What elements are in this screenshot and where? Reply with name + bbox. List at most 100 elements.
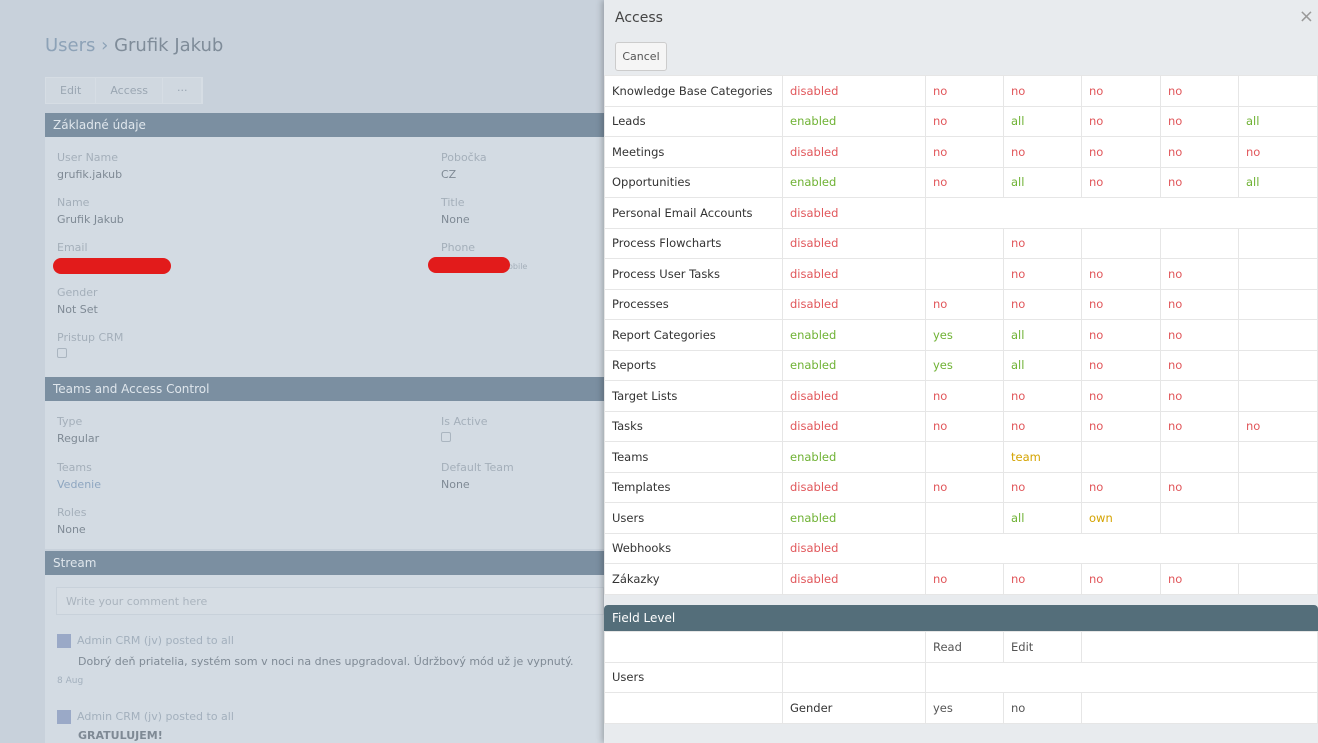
empty-cell bbox=[925, 197, 1318, 229]
access-level: no bbox=[1238, 410, 1318, 442]
access-level: no bbox=[1081, 410, 1161, 442]
empty-cell bbox=[1238, 380, 1318, 412]
empty-cell bbox=[1238, 75, 1318, 107]
empty-cell bbox=[1238, 349, 1318, 381]
empty-cell bbox=[1238, 563, 1318, 595]
access-level: team bbox=[1003, 441, 1082, 473]
redaction-mark bbox=[53, 258, 171, 274]
pristup-checkbox bbox=[57, 348, 67, 358]
empty-cell bbox=[1238, 441, 1318, 473]
breadcrumb: Users › Grufik Jakub bbox=[45, 35, 223, 56]
stream-post: Admin CRM (jv) posted to all GRATULUJEM! bbox=[57, 710, 234, 742]
empty-cell bbox=[1238, 471, 1318, 503]
post-author[interactable]: Admin CRM (jv) posted to all bbox=[77, 710, 234, 723]
access-status: disabled bbox=[782, 75, 926, 107]
team-link[interactable]: Vedenie bbox=[57, 478, 101, 491]
table-row: Leads enabled no all no no all bbox=[604, 105, 1318, 137]
access-level: no bbox=[1160, 471, 1239, 503]
scope-name: Webhooks bbox=[604, 532, 783, 564]
background-page: Users › Grufik Jakub Edit Access ··· Zák… bbox=[0, 0, 605, 743]
field-name: Gender bbox=[782, 692, 926, 724]
access-level: all bbox=[1003, 166, 1082, 198]
access-level: all bbox=[1238, 166, 1318, 198]
stream-post: Admin CRM (jv) posted to all Dobrý deň p… bbox=[57, 634, 574, 686]
table-header-row: Read Edit bbox=[604, 631, 1318, 663]
table-row: Target Lists disabled no no no no bbox=[604, 380, 1318, 412]
access-level: no bbox=[1160, 319, 1239, 351]
post-author[interactable]: Admin CRM (jv) posted to all bbox=[77, 634, 234, 647]
field-level-table: Read Edit Users Gender yes no bbox=[604, 631, 1318, 724]
access-status: disabled bbox=[782, 197, 926, 229]
access-level: no bbox=[1160, 258, 1239, 290]
access-status: disabled bbox=[782, 258, 926, 290]
empty-cell bbox=[1081, 441, 1161, 473]
access-level: no bbox=[1081, 319, 1161, 351]
table-row: Users enabled all own bbox=[604, 502, 1318, 534]
panel-header: Základné údaje bbox=[45, 113, 605, 137]
access-level: no bbox=[1003, 258, 1082, 290]
scope-name: Processes bbox=[604, 288, 783, 320]
access-level: no bbox=[1081, 75, 1161, 107]
empty-cell bbox=[1160, 441, 1239, 473]
type-field: Type Regular bbox=[57, 415, 100, 445]
access-level: no bbox=[1081, 380, 1161, 412]
post-text: GRATULUJEM! bbox=[78, 729, 163, 742]
table-row: Templates disabled no no no no bbox=[604, 471, 1318, 503]
action-buttons: Edit Access ··· bbox=[45, 77, 204, 104]
table-row: Knowledge Base Categories disabled no no no n… bbox=[604, 75, 1318, 107]
is-active-field: Is Active bbox=[441, 415, 488, 445]
access-level: no bbox=[1081, 288, 1161, 320]
more-button[interactable]: ··· bbox=[162, 78, 203, 103]
access-level: no bbox=[925, 166, 1004, 198]
access-level: no bbox=[1160, 166, 1239, 198]
panel-header: Stream bbox=[45, 551, 605, 575]
cancel-button[interactable]: Cancel bbox=[615, 42, 667, 71]
empty-cell bbox=[925, 441, 1004, 473]
access-level: no bbox=[1081, 136, 1161, 168]
scope-name: Templates bbox=[604, 471, 783, 503]
scope-name: Process Flowcharts bbox=[604, 227, 783, 259]
access-status: disabled bbox=[782, 136, 926, 168]
access-status: disabled bbox=[782, 380, 926, 412]
access-level: no bbox=[1160, 136, 1239, 168]
empty-cell bbox=[1238, 227, 1318, 259]
breadcrumb-users-link[interactable]: Users bbox=[45, 35, 95, 56]
table-row: Opportunities enabled no all no no all bbox=[604, 166, 1318, 198]
scope-name: Knowledge Base Categories bbox=[604, 75, 783, 107]
access-level: no bbox=[1003, 75, 1082, 107]
edit-button[interactable]: Edit bbox=[46, 78, 97, 103]
access-level: no bbox=[1160, 563, 1239, 595]
table-row: Process User Tasks disabled no no no bbox=[604, 258, 1318, 290]
scope-name: Users bbox=[604, 502, 783, 534]
scope-name: Process User Tasks bbox=[604, 258, 783, 290]
access-level: yes bbox=[925, 349, 1004, 381]
access-level: no bbox=[925, 563, 1004, 595]
teams-panel: Teams and Access Control bbox=[45, 377, 605, 549]
table-row: Processes disabled no no no no bbox=[604, 288, 1318, 320]
comment-input[interactable]: Write your comment here bbox=[56, 587, 604, 615]
scope-name: Tasks bbox=[604, 410, 783, 442]
empty-cell bbox=[925, 502, 1004, 534]
access-status: enabled bbox=[782, 166, 926, 198]
table-row: Tasks disabled no no no no no bbox=[604, 410, 1318, 442]
access-button[interactable]: Access bbox=[96, 78, 163, 103]
table-row: Report Categories enabled yes all no no bbox=[604, 319, 1318, 351]
post-date: 8 Aug bbox=[57, 676, 84, 686]
close-icon[interactable]: × bbox=[1299, 6, 1314, 27]
access-modal: Access × Cancel Knowledge Base Categorie… bbox=[604, 0, 1318, 743]
access-level: no bbox=[1160, 410, 1239, 442]
scope-name: Teams bbox=[604, 441, 783, 473]
access-level: all bbox=[1003, 349, 1082, 381]
read-header: Read bbox=[925, 631, 1004, 663]
access-level: no bbox=[925, 105, 1004, 137]
empty-cell bbox=[1238, 258, 1318, 290]
access-level: own bbox=[1081, 502, 1161, 534]
access-level: no bbox=[1003, 471, 1082, 503]
access-level: no bbox=[1160, 349, 1239, 381]
default-team-field: Default Team None bbox=[441, 461, 514, 491]
access-status: disabled bbox=[782, 227, 926, 259]
access-status: disabled bbox=[782, 410, 926, 442]
empty-cell bbox=[1160, 502, 1239, 534]
read-value: yes bbox=[925, 692, 1004, 724]
pobocka-field: Pobočka CZ bbox=[441, 151, 487, 181]
